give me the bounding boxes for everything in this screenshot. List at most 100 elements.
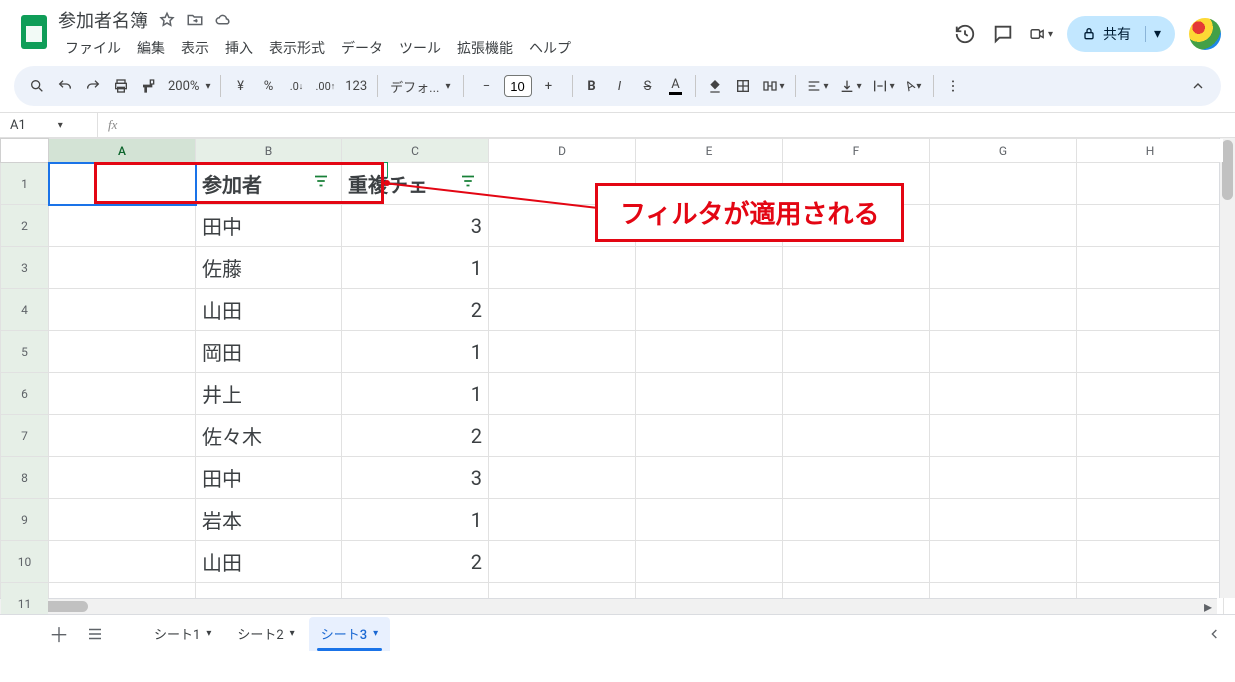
menu-file[interactable]: ファイル bbox=[58, 35, 128, 61]
cell-D3[interactable] bbox=[489, 247, 636, 289]
cell-H1[interactable] bbox=[1077, 163, 1224, 205]
cell-G2[interactable] bbox=[930, 205, 1077, 247]
row-header-2[interactable]: 2 bbox=[1, 205, 49, 247]
share-chevron-icon[interactable]: ▾ bbox=[1145, 26, 1161, 42]
cell-B9[interactable]: 岩本 bbox=[196, 499, 342, 541]
all-sheets-button[interactable] bbox=[80, 619, 110, 649]
cell-D5[interactable] bbox=[489, 331, 636, 373]
cell-A10[interactable] bbox=[49, 541, 196, 583]
horizontal-scrollbar[interactable]: ◂ ▸ bbox=[0, 598, 1217, 614]
cell-C2[interactable]: 3 bbox=[342, 205, 489, 247]
cell-H10[interactable] bbox=[1077, 541, 1224, 583]
col-header-G[interactable]: G bbox=[930, 139, 1077, 163]
cell-H5[interactable] bbox=[1077, 331, 1224, 373]
meet-icon[interactable]: ▾ bbox=[1029, 22, 1053, 46]
cell-E9[interactable] bbox=[636, 499, 783, 541]
formula-input[interactable] bbox=[127, 113, 1235, 137]
strike-button[interactable]: S bbox=[635, 72, 661, 100]
share-button[interactable]: 共有 ▾ bbox=[1067, 16, 1175, 52]
row-header-6[interactable]: 6 bbox=[1, 373, 49, 415]
cell-F8[interactable] bbox=[783, 457, 930, 499]
cell-F10[interactable] bbox=[783, 541, 930, 583]
star-icon[interactable] bbox=[158, 11, 176, 29]
cell-H4[interactable] bbox=[1077, 289, 1224, 331]
cell-C4[interactable]: 2 bbox=[342, 289, 489, 331]
cell-F7[interactable] bbox=[783, 415, 930, 457]
filter-icon[interactable] bbox=[456, 169, 480, 193]
sheet-tab-3[interactable]: シート3▾ bbox=[309, 617, 390, 651]
row-header-11[interactable]: 11 bbox=[1, 583, 49, 615]
col-header-E[interactable]: E bbox=[636, 139, 783, 163]
sheet-tab-1[interactable]: シート1▾ bbox=[142, 617, 223, 651]
cell-C8[interactable]: 3 bbox=[342, 457, 489, 499]
number-format-button[interactable]: 123 bbox=[341, 72, 371, 100]
cell-D8[interactable] bbox=[489, 457, 636, 499]
collapse-toolbar-icon[interactable] bbox=[1185, 72, 1211, 100]
cell-B3[interactable]: 佐藤 bbox=[196, 247, 342, 289]
row-header-9[interactable]: 9 bbox=[1, 499, 49, 541]
cell-C7[interactable]: 2 bbox=[342, 415, 489, 457]
bold-button[interactable]: B bbox=[579, 72, 605, 100]
menu-ext[interactable]: 拡張機能 bbox=[450, 35, 520, 61]
menu-tools[interactable]: ツール bbox=[392, 35, 448, 61]
cell-G8[interactable] bbox=[930, 457, 1077, 499]
row-header-8[interactable]: 8 bbox=[1, 457, 49, 499]
cell-A4[interactable] bbox=[49, 289, 196, 331]
filter-icon[interactable] bbox=[309, 169, 333, 193]
name-box-chevron-icon[interactable]: ▾ bbox=[58, 120, 63, 131]
row-header-7[interactable]: 7 bbox=[1, 415, 49, 457]
font-size-dec[interactable]: − bbox=[474, 72, 500, 100]
font-size-input[interactable] bbox=[504, 75, 532, 97]
cell-G4[interactable] bbox=[930, 289, 1077, 331]
search-icon[interactable] bbox=[24, 72, 50, 100]
cell-H2[interactable] bbox=[1077, 205, 1224, 247]
cell-B1[interactable]: 参加者 bbox=[196, 163, 342, 205]
cell-F9[interactable] bbox=[783, 499, 930, 541]
move-folder-icon[interactable] bbox=[186, 11, 204, 29]
fill-color-button[interactable] bbox=[702, 72, 728, 100]
dec-decimal-button[interactable]: .0↓ bbox=[283, 72, 309, 100]
row-header-1[interactable]: 1 bbox=[1, 163, 49, 205]
cell-A1[interactable] bbox=[49, 163, 196, 205]
cell-F3[interactable] bbox=[783, 247, 930, 289]
cell-A2[interactable] bbox=[49, 205, 196, 247]
col-header-A[interactable]: A bbox=[49, 139, 196, 163]
more-icon[interactable] bbox=[940, 72, 966, 100]
menu-view[interactable]: 表示 bbox=[174, 35, 216, 61]
history-icon[interactable] bbox=[953, 22, 977, 46]
menu-edit[interactable]: 編集 bbox=[130, 35, 172, 61]
sheets-logo[interactable] bbox=[14, 12, 54, 52]
add-sheet-button[interactable]: ＋ bbox=[44, 619, 74, 649]
font-size-inc[interactable]: + bbox=[536, 72, 562, 100]
cell-E3[interactable] bbox=[636, 247, 783, 289]
cell-B6[interactable]: 井上 bbox=[196, 373, 342, 415]
col-header-D[interactable]: D bbox=[489, 139, 636, 163]
cell-D10[interactable] bbox=[489, 541, 636, 583]
account-avatar[interactable] bbox=[1189, 18, 1221, 50]
cell-G5[interactable] bbox=[930, 331, 1077, 373]
cell-B2[interactable]: 田中 bbox=[196, 205, 342, 247]
cell-G9[interactable] bbox=[930, 499, 1077, 541]
sheet-tab-chevron-icon[interactable]: ▾ bbox=[290, 628, 295, 639]
cell-E4[interactable] bbox=[636, 289, 783, 331]
cell-C5[interactable]: 1 bbox=[342, 331, 489, 373]
cell-G7[interactable] bbox=[930, 415, 1077, 457]
cell-G3[interactable] bbox=[930, 247, 1077, 289]
cell-B7[interactable]: 佐々木 bbox=[196, 415, 342, 457]
cell-A9[interactable] bbox=[49, 499, 196, 541]
cell-A8[interactable] bbox=[49, 457, 196, 499]
currency-button[interactable]: ¥ bbox=[227, 72, 253, 100]
row-header-4[interactable]: 4 bbox=[1, 289, 49, 331]
cell-A3[interactable] bbox=[49, 247, 196, 289]
cell-B8[interactable]: 田中 bbox=[196, 457, 342, 499]
cell-A5[interactable] bbox=[49, 331, 196, 373]
cell-H8[interactable] bbox=[1077, 457, 1224, 499]
cell-B4[interactable]: 山田 bbox=[196, 289, 342, 331]
col-header-F[interactable]: F bbox=[783, 139, 930, 163]
borders-button[interactable] bbox=[730, 72, 756, 100]
sheet-tab-2[interactable]: シート2▾ bbox=[225, 617, 306, 651]
italic-button[interactable]: I bbox=[607, 72, 633, 100]
undo-icon[interactable] bbox=[52, 72, 78, 100]
cell-D4[interactable] bbox=[489, 289, 636, 331]
col-header-C[interactable]: C bbox=[342, 139, 489, 163]
